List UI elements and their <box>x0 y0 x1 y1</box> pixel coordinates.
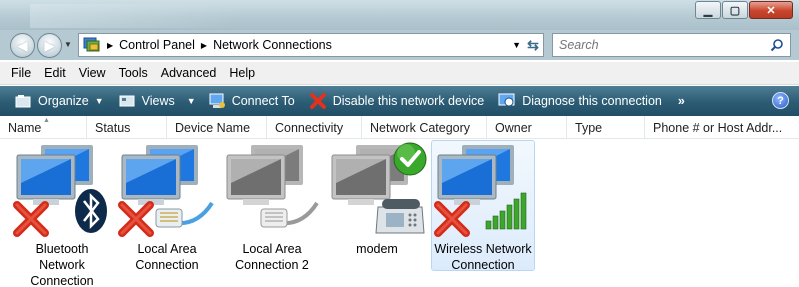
item-label: Local Area Connection 2 <box>221 241 323 273</box>
organize-button[interactable]: Organize ▼ <box>14 89 104 113</box>
breadcrumb-label: Network Connections <box>213 38 332 52</box>
item-label-line: Connection 2 <box>235 258 309 272</box>
item-label: Local Area Connection <box>116 241 218 273</box>
connection-item-wireless[interactable]: Wireless Network Connection <box>431 140 535 273</box>
item-label-line: Local Area <box>137 242 197 256</box>
connection-item-bluetooth[interactable]: Bluetooth Network Connection <box>10 140 114 287</box>
chevron-down-icon: ▼ <box>94 96 104 106</box>
menu-help[interactable]: Help <box>229 66 255 80</box>
control-panel-icon <box>83 37 101 53</box>
item-label-line: Local Area <box>242 242 302 256</box>
search-box[interactable] <box>552 33 791 57</box>
item-label: modem <box>326 241 428 257</box>
diagnose-icon <box>498 93 516 109</box>
item-label-line: modem <box>356 242 398 256</box>
column-label: Connectivity <box>275 120 344 135</box>
disable-x-icon <box>309 93 327 109</box>
column-header-phone-host[interactable]: Phone # or Host Addr... <box>645 116 799 139</box>
menu-view[interactable]: View <box>79 66 106 80</box>
connection-item-local-area-2[interactable]: Local Area Connection 2 <box>220 140 324 273</box>
back-arrow-icon: ◀ <box>17 37 28 53</box>
item-label: Bluetooth Network Connection <box>11 241 113 287</box>
help-icon: ? <box>777 94 784 107</box>
breadcrumb-separator-icon: ▶ <box>107 40 114 50</box>
column-header-owner[interactable]: Owner <box>487 116 567 139</box>
title-bar-reflection <box>30 4 290 28</box>
column-label: Network Category <box>370 120 471 135</box>
sort-ascending-icon: ▲ <box>43 117 50 124</box>
more-commands-button[interactable]: » <box>678 89 685 113</box>
back-button[interactable]: ◀ <box>10 33 35 58</box>
command-toolbar: Organize ▼ Views ▼ Connect To Disable th… <box>0 86 799 116</box>
column-label: Name <box>8 120 42 135</box>
search-icon[interactable] <box>770 38 784 52</box>
disable-label: Disable this network device <box>332 94 485 108</box>
column-label: Type <box>575 120 603 135</box>
minimize-button[interactable]: ▁ <box>695 1 721 19</box>
breadcrumb-label: Control Panel <box>119 38 195 52</box>
diagnose-button[interactable]: Diagnose this connection <box>498 89 662 113</box>
column-label: Device Name <box>175 120 251 135</box>
item-label-line: Connection <box>30 274 94 287</box>
item-label: Wireless Network Connection <box>432 241 534 273</box>
column-header-device-name[interactable]: Device Name <box>167 116 267 139</box>
address-bar[interactable]: ▶ Control Panel ▶ Network Connections ▼ <box>78 33 544 57</box>
refresh-icon: ⇆ <box>527 36 539 53</box>
item-label-line: Connection <box>451 258 515 272</box>
ethernet-plug-icon <box>260 201 319 228</box>
chevron-down-icon: ▼ <box>186 96 196 106</box>
views-button[interactable]: Views ▼ <box>118 89 196 113</box>
column-header-network-category[interactable]: Network Category <box>362 116 487 139</box>
item-label-line: Connection <box>135 258 199 272</box>
item-label-line: Wireless Network <box>434 242 532 256</box>
menu-advanced[interactable]: Advanced <box>161 66 217 80</box>
column-label: Phone # or Host Addr... <box>653 120 783 135</box>
connection-item-local-area[interactable]: Local Area Connection <box>115 140 219 273</box>
connect-to-button[interactable]: Connect To <box>208 89 295 113</box>
column-header-row: ▲ Name Status Device Name Connectivity Ne… <box>0 116 799 139</box>
more-chevron-icon: » <box>677 94 685 108</box>
maximize-button[interactable]: ▢ <box>722 1 748 19</box>
column-header-status[interactable]: Status <box>87 116 167 139</box>
close-button[interactable]: ✕ <box>749 1 793 19</box>
diagnose-label: Diagnose this connection <box>522 94 662 108</box>
menu-bar: File Edit View Tools Advanced Help <box>0 62 799 85</box>
column-label: Status <box>95 120 131 135</box>
connection-item-modem[interactable]: modem <box>325 140 429 271</box>
search-input[interactable] <box>559 35 759 55</box>
address-dropdown-icon[interactable]: ▼ <box>512 40 521 50</box>
navigation-bar: ◀ ▶ ▼ ▶ Control Panel ▶ Network Connection… <box>0 30 799 60</box>
forward-arrow-icon: ▶ <box>44 37 55 53</box>
forward-button[interactable]: ▶ <box>37 33 62 58</box>
views-label: Views <box>141 94 175 108</box>
menu-file[interactable]: File <box>11 66 31 80</box>
column-header-type[interactable]: Type <box>567 116 645 139</box>
item-label-line: Bluetooth Network <box>35 242 89 272</box>
recent-pages-dropdown-icon[interactable]: ▼ <box>64 40 72 49</box>
breadcrumb-separator-icon: ▶ <box>200 40 208 50</box>
menu-tools[interactable]: Tools <box>119 66 148 80</box>
title-bar[interactable]: ▁ ▢ ✕ <box>0 0 799 30</box>
connections-list: Bluetooth Network Connection Local Area <box>0 139 799 287</box>
column-label: Owner <box>495 120 532 135</box>
help-button[interactable]: ? <box>772 92 789 109</box>
views-icon <box>118 93 136 109</box>
column-header-connectivity[interactable]: Connectivity <box>267 116 362 139</box>
breadcrumb-network-connections[interactable]: ▶ Network Connections <box>201 38 332 52</box>
disconnected-x-icon <box>118 201 154 237</box>
organize-icon <box>14 93 32 109</box>
breadcrumb-control-panel[interactable]: ▶ Control Panel <box>107 38 195 52</box>
default-check-icon <box>393 142 427 176</box>
menu-edit[interactable]: Edit <box>44 66 66 80</box>
connect-to-icon <box>208 93 226 109</box>
disable-device-button[interactable]: Disable this network device <box>309 89 484 113</box>
refresh-button[interactable]: ⇆ <box>522 33 544 57</box>
organize-label: Organize <box>38 94 89 108</box>
disconnected-x-icon <box>434 201 470 237</box>
window-controls: ▁ ▢ ✕ <box>695 1 793 19</box>
explorer-window: ▁ ▢ ✕ ◀ ▶ ▼ ▶ Control Panel ▶ Network Conn… <box>0 0 799 287</box>
connect-to-label: Connect To <box>231 94 295 108</box>
column-header-name[interactable]: ▲ Name <box>0 116 87 139</box>
disconnected-x-icon <box>13 201 49 237</box>
